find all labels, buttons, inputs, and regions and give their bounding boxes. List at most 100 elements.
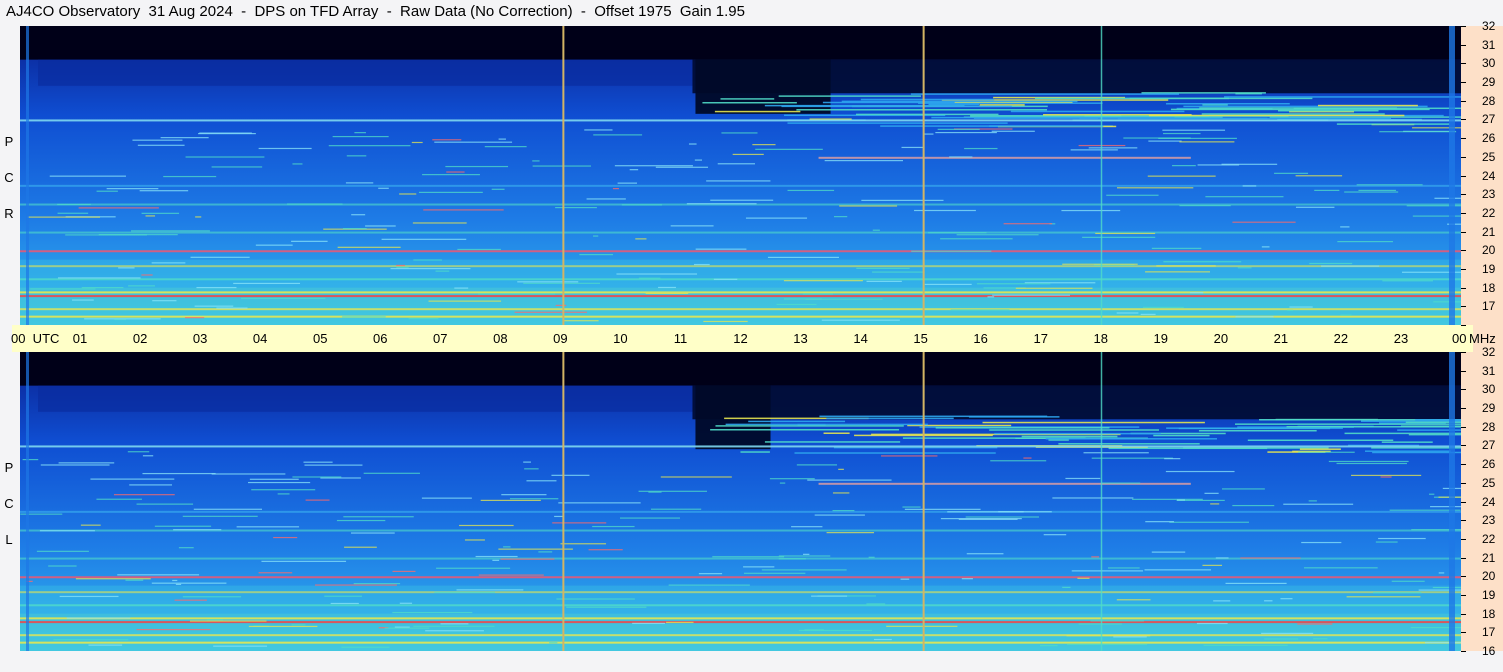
signal-trace [412, 222, 467, 224]
signal-trace [1095, 232, 1156, 235]
signal-trace [1166, 427, 1343, 429]
signal-trace [940, 518, 1022, 520]
signal-trace [823, 432, 850, 434]
frequency-tick [1461, 501, 1466, 503]
signal-trace [390, 268, 471, 270]
signal-trace [1336, 123, 1450, 125]
signal-trace [72, 299, 94, 301]
signal-trace [976, 283, 1051, 285]
signal-trace [514, 311, 587, 313]
signal-trace [1201, 113, 1385, 115]
signal-trace [710, 429, 900, 431]
signal-trace [1113, 636, 1147, 638]
signal-trace [1278, 109, 1379, 112]
signal-trace [1340, 226, 1350, 228]
time-tick-label: 19 [1153, 331, 1169, 346]
signal-trace [141, 212, 180, 214]
time-tick-label: 21 [1273, 331, 1289, 346]
signal-trace [1298, 451, 1355, 453]
signal-trace [1391, 580, 1425, 582]
signal-trace [832, 492, 850, 494]
signal-trace [579, 254, 613, 256]
signal-trace [1434, 197, 1461, 199]
time-tick-label: 13 [793, 331, 808, 346]
interference-line [20, 634, 1461, 637]
signal-trace [90, 478, 175, 480]
time-tick-label: 10 [613, 331, 628, 346]
signal-trace [1071, 570, 1144, 572]
signal-trace [1433, 301, 1461, 303]
signal-trace [261, 560, 347, 562]
signal-trace [136, 503, 194, 505]
signal-trace [418, 191, 483, 193]
frequency-tick [1461, 156, 1466, 158]
frequency-tick [1461, 613, 1466, 615]
signal-trace [509, 498, 559, 500]
interference-line [20, 445, 1461, 448]
frequency-tick [1461, 287, 1466, 289]
signal-trace [248, 481, 311, 484]
signal-trace [935, 131, 997, 134]
signal-trace [956, 234, 1039, 236]
signal-trace [866, 603, 886, 605]
signal-trace [621, 204, 662, 206]
signal-trace [1351, 474, 1422, 477]
signal-trace [1364, 450, 1451, 452]
signal-trace [1091, 556, 1100, 558]
signal-trace [826, 417, 954, 420]
signal-trace [1210, 503, 1220, 505]
interference-line [20, 617, 1461, 620]
signal-trace [1299, 448, 1341, 450]
signal-trace [924, 283, 972, 286]
signal-trace [526, 480, 557, 482]
signal-trace [49, 175, 126, 177]
time-tick-label: 12 [733, 331, 748, 346]
edge-column [26, 352, 30, 651]
frequency-tick-label: 21 [1482, 224, 1496, 239]
signal-trace [811, 595, 848, 597]
signal-trace [1247, 439, 1394, 442]
signal-trace [1010, 110, 1185, 113]
signal-trace [655, 166, 709, 168]
signal-trace [1432, 586, 1461, 589]
signal-trace [1373, 592, 1422, 594]
signal-trace [248, 625, 318, 628]
signal-trace [1202, 564, 1223, 566]
signal-trace [1203, 644, 1288, 646]
time-strip: 00 UTC 01 02 03 04 05 06 07 08 09 10 11 12 13 14 15 16 17… [11, 325, 1496, 352]
signal-trace [720, 98, 775, 100]
signal-trace [556, 598, 635, 600]
signal-trace [1295, 175, 1343, 177]
signal-trace [1116, 187, 1194, 189]
signal-trace [1061, 209, 1121, 212]
signal-trace [1003, 223, 1053, 225]
signal-trace [586, 198, 626, 200]
signal-trace [381, 238, 467, 240]
signal-trace [693, 263, 710, 266]
signal-trace [635, 238, 647, 240]
signal-trace [881, 455, 938, 457]
signal-trace [305, 499, 330, 501]
signal-trace [216, 307, 248, 309]
signal-trace [814, 514, 865, 516]
frequency-tick-label: 24 [1482, 168, 1496, 183]
frequency-tick [1461, 268, 1466, 270]
signal-trace [1213, 600, 1231, 602]
signal-trace [435, 270, 450, 272]
signal-trace [421, 497, 472, 499]
time-tick-label: 00 UTC [11, 331, 60, 346]
signal-trace [1375, 541, 1398, 543]
frequency-tick [1461, 482, 1466, 484]
signal-trace [1372, 451, 1461, 454]
signal-trace [688, 143, 697, 145]
signal-trace [860, 98, 995, 101]
signal-trace [1204, 492, 1219, 494]
signal-trace [332, 135, 389, 138]
signal-trace [717, 163, 756, 165]
frequency-tick [1461, 408, 1466, 410]
signal-trace [440, 623, 469, 625]
signal-trace [1151, 551, 1186, 553]
signal-trace [132, 139, 183, 141]
signal-trace [1430, 506, 1461, 508]
frequency-tick [1461, 651, 1466, 652]
